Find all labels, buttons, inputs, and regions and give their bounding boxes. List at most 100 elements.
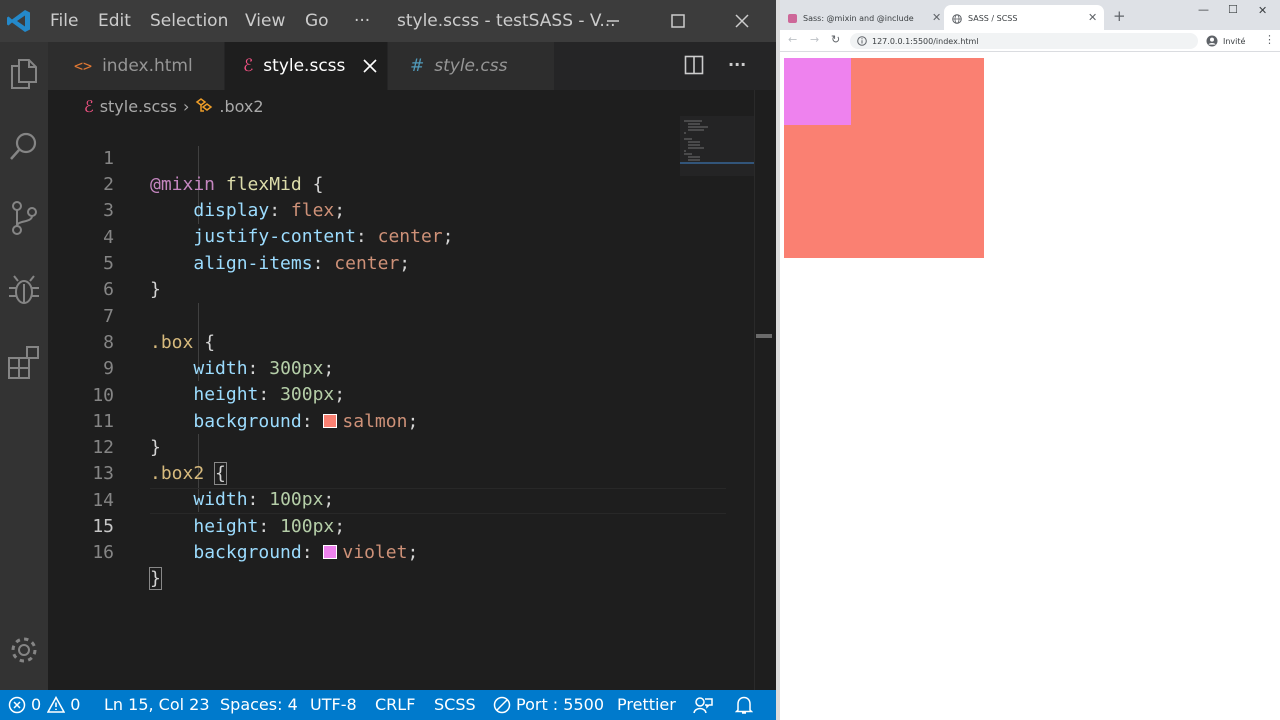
code-line: 11 } <box>48 383 161 458</box>
problems-indicator[interactable]: 0 0 <box>8 690 80 720</box>
tab-style-css[interactable]: # style.css <box>388 42 554 90</box>
browser-tab-sass-scss[interactable]: SASS / SCSS ✕ <box>944 5 1104 32</box>
breadcrumb-symbol[interactable]: .box2 <box>219 97 263 116</box>
indentation-setting[interactable]: Spaces: 4 <box>220 690 298 720</box>
chevron-right-icon: › <box>182 96 190 116</box>
manage-button[interactable] <box>0 626 48 674</box>
source-control-button[interactable] <box>0 194 48 242</box>
globe-icon <box>952 13 962 24</box>
profile-button[interactable]: Invité <box>1206 34 1245 48</box>
symbol-class-icon <box>196 98 213 112</box>
close-icon <box>735 14 749 28</box>
brace-token: { <box>214 462 227 485</box>
value-token: center <box>334 253 400 274</box>
property-token: height <box>193 384 259 405</box>
value-token: 300px <box>269 358 324 379</box>
value-token: 300px <box>280 384 335 405</box>
feedback-icon <box>693 697 713 714</box>
value-token: salmon <box>342 411 408 432</box>
menu-file[interactable]: File <box>50 11 78 31</box>
vertical-scrollbar[interactable] <box>754 90 772 690</box>
close-icon[interactable]: ✕ <box>932 11 941 24</box>
gear-icon <box>11 637 37 663</box>
encoding-setting[interactable]: UTF-8 <box>310 690 357 720</box>
browser-maximize-icon[interactable]: ☐ <box>1228 3 1238 16</box>
property-token: height <box>193 516 259 537</box>
extensions-button[interactable] <box>0 338 48 386</box>
explorer-button[interactable] <box>0 50 48 98</box>
browser-close-icon[interactable]: ✕ <box>1258 4 1267 17</box>
menu-edit[interactable]: Edit <box>98 11 131 31</box>
browser-tab-sass-docs[interactable]: Sass: @mixin and @include ✕ <box>788 5 942 32</box>
breadcrumb-file[interactable]: style.scss <box>100 97 177 116</box>
property-token: align-items <box>193 253 313 274</box>
maximize-button[interactable] <box>655 8 701 34</box>
tab-style-scss[interactable]: ℰ style.scss <box>225 42 387 90</box>
avatar-icon <box>1206 35 1218 47</box>
split-editor-button[interactable] <box>684 55 704 79</box>
code-line: 12 .box2 { <box>48 409 227 485</box>
search-icon <box>10 132 37 160</box>
language-mode[interactable]: SCSS <box>434 690 476 720</box>
menu-view[interactable]: View <box>245 11 285 31</box>
value-token: violet <box>342 542 408 563</box>
bell-icon <box>735 696 753 714</box>
code-line: 10 background: salmon; <box>48 357 418 432</box>
code-line: 9 height: 300px; <box>48 330 345 405</box>
url-text: 127.0.0.1:5500/index.html <box>872 36 979 46</box>
reload-icon[interactable]: ↻ <box>831 33 840 46</box>
status-bar: 0 0 Ln 15, Col 23 Spaces: 4 UTF-8 CRLF S… <box>0 690 776 720</box>
back-arrow-icon[interactable]: ← <box>788 33 797 46</box>
formatter-status[interactable]: Prettier <box>617 690 676 720</box>
property-token: width <box>193 489 248 510</box>
tab-label: index.html <box>102 56 193 76</box>
run-debug-button[interactable] <box>0 266 48 314</box>
violet-box <box>784 58 851 125</box>
minimap[interactable] <box>680 116 754 176</box>
menu-selection[interactable]: Selection <box>150 11 228 31</box>
close-window-button[interactable] <box>719 8 765 34</box>
code-editor[interactable]: 1 @mixin flexMid { 2 display: flex; 3 ju… <box>48 120 754 690</box>
salmon-box <box>784 58 984 258</box>
split-editor-icon <box>684 55 704 75</box>
title-bar: File Edit Selection View Go ··· style.sc… <box>0 0 776 42</box>
browser-menu-icon[interactable]: ⋮ <box>1264 33 1275 46</box>
feedback-button[interactable] <box>693 690 713 720</box>
tab-label: style.scss <box>263 56 346 76</box>
tab-index-html[interactable]: <> index.html <box>48 42 224 90</box>
close-icon[interactable]: ✕ <box>1088 11 1097 24</box>
new-tab-button[interactable]: + <box>1113 7 1126 25</box>
line-ending-setting[interactable]: CRLF <box>375 690 415 720</box>
menu-more[interactable]: ··· <box>354 11 370 31</box>
more-actions-button[interactable]: ··· <box>728 55 746 74</box>
color-swatch[interactable] <box>323 414 338 428</box>
address-bar[interactable]: 127.0.0.1:5500/index.html <box>850 33 1198 49</box>
value-token: flex <box>290 200 335 221</box>
code-line: 13 width: 100px; <box>48 435 334 510</box>
brace-token: { <box>204 332 216 353</box>
search-view-button[interactable] <box>0 122 48 170</box>
mixin-name-token: flexMid <box>225 174 302 195</box>
selector-token: .box <box>150 332 194 353</box>
error-count: 0 <box>31 695 42 714</box>
forward-arrow-icon[interactable]: → <box>810 33 819 46</box>
browser-tab-strip: Sass: @mixin and @include ✕ SASS / SCSS … <box>780 0 1280 32</box>
notifications-button[interactable] <box>735 690 753 720</box>
brace-token: } <box>150 279 161 300</box>
close-icon[interactable] <box>363 59 377 73</box>
value-token: 100px <box>280 516 335 537</box>
menu-go[interactable]: Go <box>305 11 329 31</box>
web-page-content <box>780 52 1280 720</box>
value-token: center <box>377 226 443 247</box>
live-server-port[interactable]: Port : 5500 <box>493 690 604 720</box>
code-line: 6 <box>48 251 114 300</box>
debug-icon <box>9 275 39 304</box>
brace-token: { <box>312 174 324 195</box>
browser-minimize-icon[interactable]: — <box>1198 3 1209 16</box>
color-swatch[interactable] <box>323 545 338 559</box>
minimize-button[interactable] <box>590 8 636 34</box>
browser-window: Sass: @mixin and @include ✕ SASS / SCSS … <box>780 0 1280 720</box>
cursor-position[interactable]: Ln 15, Col 23 <box>104 690 210 720</box>
browser-tab-title: Sass: @mixin and @include <box>803 14 914 23</box>
property-token: width <box>193 358 248 379</box>
